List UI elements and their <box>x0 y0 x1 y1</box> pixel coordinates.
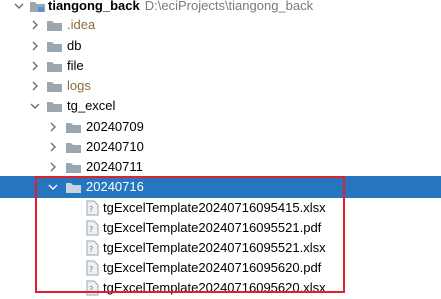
tree-item[interactable]: file <box>0 55 441 77</box>
tree-item[interactable]: .idea <box>0 14 441 36</box>
chevron-right-icon[interactable] <box>30 41 40 51</box>
folder-icon <box>66 183 81 193</box>
tree-item[interactable]: db <box>0 35 441 57</box>
tree-file[interactable]: ? tgExcelTemplate20240716095521.xlsx <box>0 237 441 259</box>
tree-file[interactable]: ? tgExcelTemplate20240716095415.xlsx <box>0 197 441 219</box>
chevron-down-icon[interactable] <box>30 101 40 111</box>
tree-file-label: tgExcelTemplate20240716095521.xlsx <box>103 240 326 255</box>
svg-text:?: ? <box>89 205 93 214</box>
chevron-right-icon[interactable] <box>48 122 58 132</box>
tree-file-label: tgExcelTemplate20240716095415.xlsx <box>103 200 326 215</box>
chevron-right-icon[interactable] <box>30 20 40 30</box>
folder-icon <box>47 82 62 92</box>
tree-file[interactable]: ? tgExcelTemplate20240716095620.pdf <box>0 257 441 279</box>
svg-text:?: ? <box>89 285 93 294</box>
tree-file-label: tgExcelTemplate20240716095620.pdf <box>103 260 322 275</box>
chevron-right-icon[interactable] <box>48 142 58 152</box>
folder-icon <box>47 42 62 52</box>
tree-item-label: 20240711 <box>86 159 143 174</box>
tree-item-label: file <box>67 58 84 73</box>
tree-item[interactable]: 20240710 <box>0 136 441 158</box>
tree-item-label: logs <box>67 78 91 93</box>
svg-text:?: ? <box>89 245 93 254</box>
unknown-file-icon: ? <box>86 260 99 276</box>
folder-icon <box>30 2 45 12</box>
tree-item-selected[interactable]: 20240716 <box>0 176 441 198</box>
folder-icon <box>47 102 62 112</box>
tree-item[interactable]: tg_excel <box>0 95 441 117</box>
tree-item[interactable]: 20240709 <box>0 116 441 138</box>
svg-text:?: ? <box>89 265 93 274</box>
tree-file-label: tgExcelTemplate20240716095521.pdf <box>103 220 322 235</box>
chevron-right-icon[interactable] <box>48 162 58 172</box>
tree-item-label: tg_excel <box>67 98 116 113</box>
svg-text:?: ? <box>89 225 93 234</box>
folder-icon <box>66 143 81 153</box>
unknown-file-icon: ? <box>86 200 99 216</box>
tree-item-label: 20240710 <box>86 139 144 154</box>
tree-root-path: D:\eciProjects\tiangong_back <box>144 0 314 13</box>
unknown-file-icon: ? <box>86 280 99 296</box>
project-tree: tiangong_back D:\eciProjects\tiangong_bac… <box>0 0 441 296</box>
tree-item-label: 20240716 <box>86 179 144 194</box>
unknown-file-icon: ? <box>86 240 99 256</box>
folder-icon <box>47 21 62 31</box>
folder-icon <box>47 62 62 72</box>
tree-item-label: db <box>67 38 82 53</box>
tree-item-label: .idea <box>67 17 96 32</box>
chevron-down-icon[interactable] <box>48 182 58 192</box>
unknown-file-icon: ? <box>86 220 99 236</box>
tree-item[interactable]: 20240711 <box>0 156 441 178</box>
tree-item[interactable]: logs <box>0 75 441 97</box>
chevron-right-icon[interactable] <box>30 81 40 91</box>
tree-item-label: 20240709 <box>86 119 144 134</box>
tree-file[interactable]: ? tgExcelTemplate20240716095521.pdf <box>0 217 441 239</box>
chevron-down-icon[interactable] <box>14 1 24 11</box>
folder-icon <box>66 163 81 173</box>
chevron-right-icon[interactable] <box>30 61 40 71</box>
folder-icon <box>66 123 81 133</box>
